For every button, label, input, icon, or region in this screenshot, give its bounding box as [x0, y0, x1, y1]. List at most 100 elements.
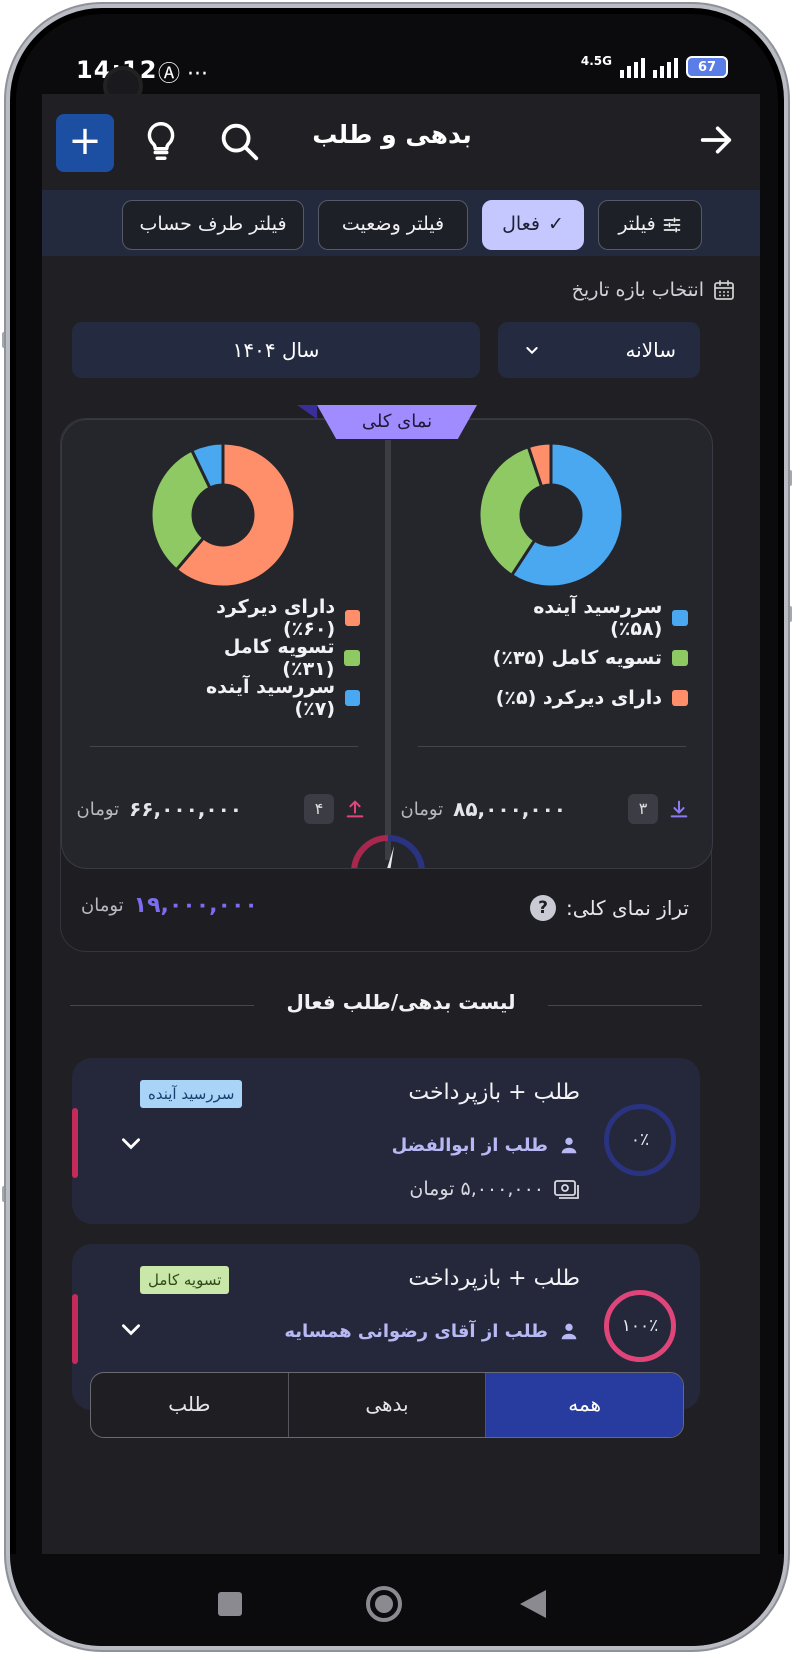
- type-segmented-control: همه بدهی طلب: [90, 1372, 684, 1438]
- chevron-down-icon[interactable]: [118, 1316, 144, 1342]
- lightbulb-icon[interactable]: [138, 118, 184, 164]
- item-title: طلب + بازپرداخت: [408, 1266, 580, 1291]
- overview-charts: دارای دیرکرد (۶۰٪) تسویه کامل (۳۱٪) سررس…: [61, 419, 713, 869]
- person-name: طلب از آقای رضوانی همسایه: [284, 1320, 548, 1342]
- help-icon[interactable]: ?: [530, 895, 557, 921]
- party-filter-chip[interactable]: فیلتر طرف حساب: [122, 200, 304, 250]
- check-icon: ✓: [547, 213, 564, 235]
- receivables-amount: ۸۵,۰۰۰,۰۰۰: [453, 797, 566, 821]
- chip-label: فیلتر طرف حساب: [139, 213, 287, 235]
- search-icon[interactable]: [216, 118, 262, 164]
- debts-legend: دارای دیرکرد (۶۰٪) تسویه کامل (۳۱٪) سررس…: [170, 596, 360, 720]
- status-badge: تسویه کامل: [140, 1266, 230, 1294]
- status-bar: 14:12 Ⓐ ··· 4.5G 67: [10, 8, 784, 106]
- chevron-down-icon: [526, 347, 538, 355]
- app-bar: + بدهی و طلب: [42, 94, 760, 190]
- balance-label-text: تراز نمای کلی:: [566, 896, 689, 920]
- balance-label: تراز نمای کلی: ?: [530, 895, 689, 921]
- balance-value: ۱۹,۰۰۰,۰۰۰ تومان: [81, 893, 258, 918]
- currency-unit: تومان: [76, 798, 120, 820]
- debts-total: ۴ ۶۶,۰۰۰,۰۰۰ تومان: [76, 794, 366, 824]
- person-name: طلب از ابوالفضل: [391, 1134, 548, 1156]
- chip-label: فیلتر وضعیت: [341, 213, 445, 235]
- list-section-header: لیست بدهی/طلب فعال: [42, 990, 760, 1020]
- date-range-text: انتخاب بازه تاریخ: [571, 279, 704, 301]
- chip-label: فعال: [502, 213, 540, 235]
- progress-ring: ۰٪: [604, 1104, 676, 1176]
- status-badge: سررسید آینده: [140, 1080, 243, 1108]
- battery-icon: 67: [686, 56, 728, 78]
- network-type: 4.5G: [580, 54, 612, 68]
- tune-icon: [663, 217, 680, 232]
- status-right: 4.5G 67: [580, 54, 728, 78]
- legend-item: سررسید آینده (۷٪): [170, 676, 360, 720]
- legend-swatch: [672, 690, 688, 706]
- receivables-legend: سررسید آینده (۵۸٪) تسویه کامل (۳۵٪) دارا…: [478, 596, 688, 718]
- back-icon[interactable]: [518, 1588, 548, 1620]
- signal-icon: [653, 56, 678, 78]
- year-value: سال ۱۴۰۴: [232, 338, 320, 362]
- legend-item: دارای دیرکرد (۵٪): [478, 678, 688, 718]
- chevron-down-icon[interactable]: [118, 1130, 144, 1156]
- receivables-total: ۳ ۸۵,۰۰۰,۰۰۰ تومان: [400, 794, 690, 824]
- segment-debts[interactable]: بدهی: [287, 1373, 486, 1437]
- legend-swatch: [345, 690, 360, 706]
- page-title: بدهی و طلب: [312, 120, 472, 149]
- receivables-donut-chart: [477, 441, 625, 589]
- segment-all[interactable]: همه: [485, 1373, 683, 1437]
- amount-text: ۵,۰۰۰,۰۰۰ تومان: [409, 1178, 544, 1200]
- add-button[interactable]: +: [56, 114, 114, 172]
- period-select[interactable]: سالانه: [498, 322, 700, 378]
- person-icon: [561, 1323, 577, 1340]
- status-filter-chip[interactable]: فیلتر وضعیت: [318, 200, 468, 250]
- debts-donut-chart: [149, 441, 297, 589]
- divider-line: [70, 1005, 254, 1006]
- list-title: لیست بدهی/طلب فعال: [286, 990, 516, 1014]
- tag-fold: [297, 405, 317, 419]
- balance-gauge-icon: [351, 835, 425, 868]
- app-screen: + بدهی و طلب فیلتر ✓ فعال فیلتر وضعیت فیل…: [42, 94, 760, 1554]
- home-icon[interactable]: [364, 1584, 404, 1624]
- legend-swatch: [672, 610, 688, 626]
- overview-divider: [385, 440, 391, 860]
- legend-item: سررسید آینده (۵۸٪): [478, 596, 688, 640]
- period-value: سالانه: [625, 338, 676, 362]
- item-amount: ۵,۰۰۰,۰۰۰ تومان: [409, 1178, 580, 1200]
- currency-unit: تومان: [400, 798, 444, 820]
- balance-amount: ۱۹,۰۰۰,۰۰۰: [133, 893, 258, 918]
- list-item[interactable]: طلب + بازپرداخت طلب از ابوالفضل ۵,۰۰۰,۰۰…: [72, 1058, 700, 1224]
- progress-ring: ۱۰۰٪: [604, 1290, 676, 1362]
- overview-card: دارای دیرکرد (۶۰٪) تسویه کامل (۳۱٪) سررس…: [60, 405, 713, 952]
- legend-item: دارای دیرکرد (۶۰٪): [170, 596, 360, 640]
- card-accent: [72, 1294, 78, 1364]
- legend-label: دارای دیرکرد (۶۰٪): [216, 596, 336, 640]
- recents-icon[interactable]: [216, 1590, 244, 1618]
- active-chip[interactable]: ✓ فعال: [482, 200, 584, 250]
- legend-label: دارای دیرکرد (۵٪): [495, 687, 662, 709]
- item-person: طلب از آقای رضوانی همسایه: [284, 1320, 580, 1342]
- system-nav-bar: [10, 1554, 784, 1646]
- signal-icon: [620, 56, 645, 78]
- currency-unit: تومان: [81, 895, 124, 916]
- item-title: طلب + بازپرداخت: [408, 1080, 580, 1105]
- overview-tag: نمای کلی: [317, 405, 477, 439]
- legend-label: سررسید آینده (۵۸٪): [533, 596, 663, 640]
- date-range-label: انتخاب بازه تاریخ: [572, 278, 736, 302]
- divider-line: [90, 746, 358, 747]
- chip-label: فیلتر: [618, 213, 656, 235]
- legend-label: سررسید آینده (۷٪): [205, 676, 336, 720]
- calendar-icon: [714, 280, 734, 300]
- divider-line: [418, 746, 686, 747]
- back-arrow-icon[interactable]: [696, 120, 736, 160]
- filter-chip[interactable]: فیلتر: [598, 200, 702, 250]
- legend-swatch: [672, 650, 688, 666]
- card-accent: [72, 1108, 78, 1178]
- item-person: طلب از ابوالفضل: [392, 1134, 580, 1156]
- upload-icon: [346, 800, 364, 818]
- year-select[interactable]: سال ۱۴۰۴: [72, 322, 480, 378]
- debts-amount: ۶۶,۰۰۰,۰۰۰: [129, 797, 242, 821]
- segment-receivables[interactable]: طلب: [91, 1373, 288, 1437]
- receivables-count: ۳: [628, 794, 658, 824]
- legend-swatch: [345, 610, 360, 626]
- notification-icons: Ⓐ ···: [158, 62, 208, 87]
